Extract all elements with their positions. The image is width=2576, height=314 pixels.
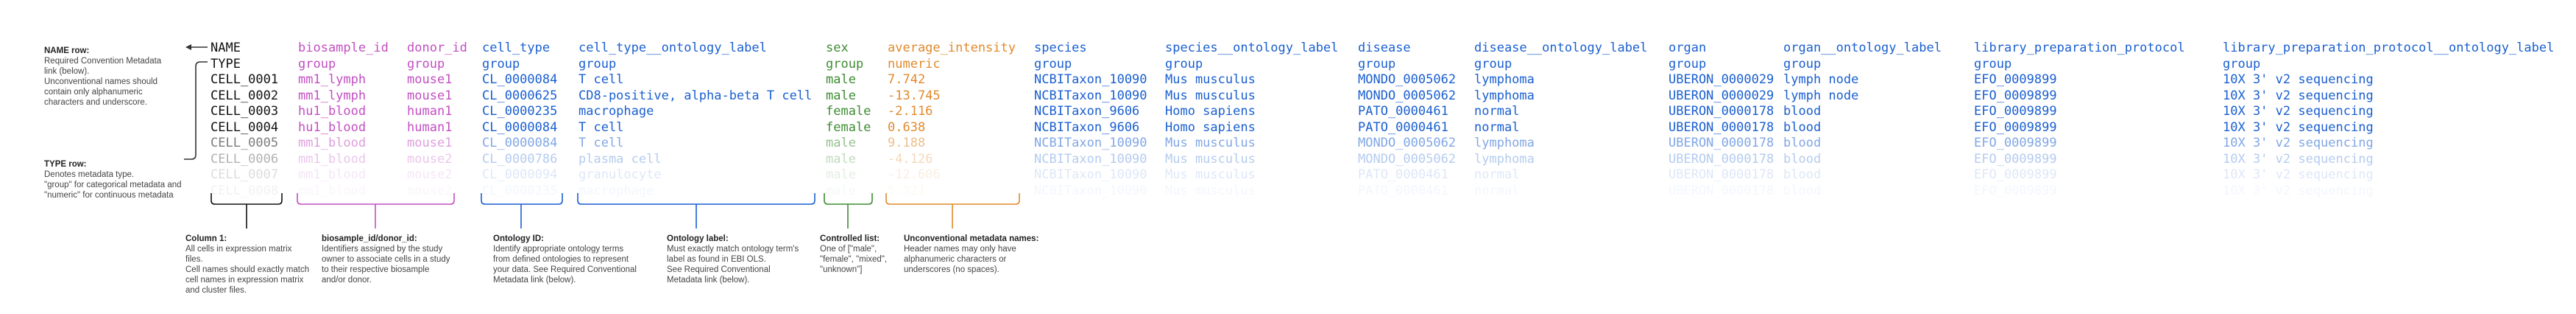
note-line: Header names may only have bbox=[904, 245, 1016, 254]
note-line: Metadata link (below). bbox=[667, 276, 750, 285]
biosample-donor-note: biosample_id/donor_id: Identifiers assig… bbox=[322, 234, 461, 285]
note-line: See Required Conventional bbox=[667, 265, 771, 274]
note-line: "female", "mixed", bbox=[820, 255, 888, 264]
controlled-list-note: Controlled list: One of ["male", "female… bbox=[820, 234, 916, 275]
controlled-list-bracket bbox=[824, 193, 873, 228]
ontology-label-bracket bbox=[577, 193, 815, 228]
note-heading: biosample_id/donor_id: bbox=[322, 234, 417, 243]
note-line: alphanumeric characters or bbox=[904, 255, 1007, 264]
column1-bracket bbox=[210, 193, 283, 228]
note-heading: Column 1: bbox=[185, 234, 227, 243]
note-line: your data. See Required Conventional bbox=[493, 265, 637, 274]
note-heading: Ontology ID: bbox=[493, 234, 544, 243]
column1-note: Column 1: All cells in expression matrix… bbox=[185, 234, 311, 296]
note-heading: Unconventional metadata names: bbox=[904, 234, 1039, 243]
note-heading: Controlled list: bbox=[820, 234, 880, 243]
note-line: Identifiers assigned by the study bbox=[322, 245, 443, 254]
note-heading: Ontology label: bbox=[667, 234, 729, 243]
ontology-id-bracket bbox=[481, 193, 563, 228]
unconventional-bracket bbox=[885, 193, 1020, 228]
note-line: Identify appropriate ontology terms bbox=[493, 245, 624, 254]
note-line: Cell names should exactly match bbox=[185, 265, 310, 274]
ontology-id-note: Ontology ID: Identify appropriate ontolo… bbox=[493, 234, 648, 285]
note-line: cell names in expression matrix bbox=[185, 276, 304, 285]
note-line: label as found in EBI OLS. bbox=[667, 255, 766, 264]
note-line: to their respective biosample bbox=[322, 265, 430, 274]
note-line: underscores (no spaces). bbox=[904, 265, 999, 274]
name-row-arrowhead bbox=[185, 44, 191, 50]
note-line: Must exactly match ontology term's bbox=[667, 245, 799, 254]
note-line: owner to associate cells in a study bbox=[322, 255, 450, 264]
note-line: One of ["male", bbox=[820, 245, 877, 254]
biosample-donor-bracket bbox=[297, 193, 455, 228]
ontology-label-note: Ontology label: Must exactly match ontol… bbox=[667, 234, 814, 285]
note-line: Metadata link (below). bbox=[493, 276, 576, 285]
unconventional-note: Unconventional metadata names: Header na… bbox=[904, 234, 1051, 275]
note-line: from defined ontologies to represent bbox=[493, 255, 629, 264]
note-line: "unknown"] bbox=[820, 265, 863, 274]
note-line: All cells in expression matrix files. bbox=[185, 245, 292, 264]
metadata-file-diagram: NAME row: Required Convention Metadata l… bbox=[0, 0, 2576, 314]
note-line: and/or donor. bbox=[322, 276, 372, 285]
note-line: and cluster files. bbox=[185, 286, 247, 295]
type-row-bracket bbox=[184, 61, 208, 160]
